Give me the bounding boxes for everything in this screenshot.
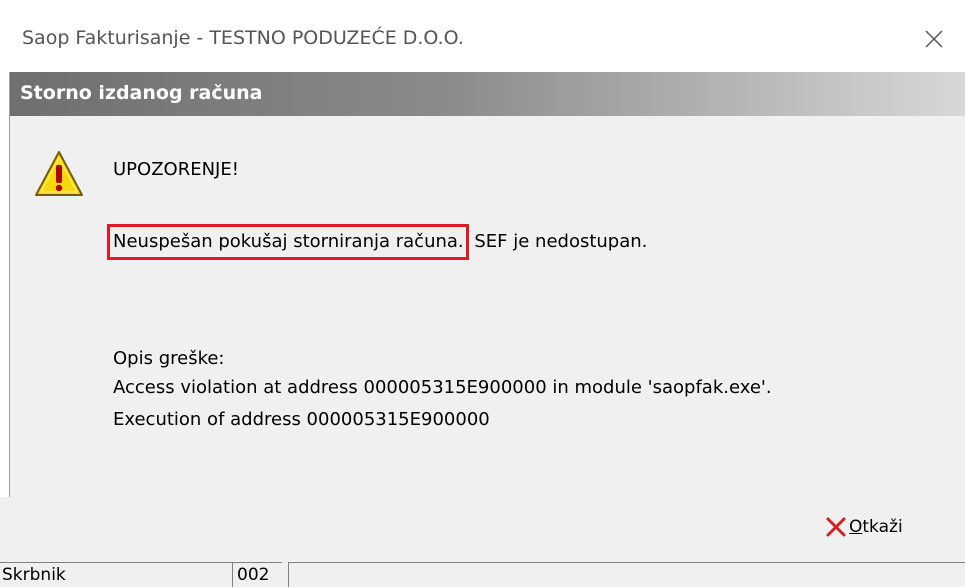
error-detail-line-1: Access violation at address 000005315E90… — [113, 377, 772, 398]
status-bar: Skrbnik 002 — [0, 557, 965, 587]
dialog-footer — [0, 497, 965, 557]
status-info — [288, 562, 965, 587]
dialog-header: Storno izdanog računa — [10, 72, 965, 116]
error-detail-line-2: Execution of address 000005315E900000 — [113, 409, 490, 430]
warning-message: Neuspešan pokušaj storniranja računa. SE… — [107, 224, 648, 260]
window-close-button[interactable] — [909, 18, 965, 58]
warning-triangle-icon — [35, 151, 83, 196]
close-icon — [925, 30, 943, 48]
cancel-button[interactable]: Otkaži — [825, 516, 903, 538]
warning-heading: UPOZORENJE! — [113, 159, 239, 180]
storno-dialog: Storno izdanog računa UPOZORENJE! Neuspe… — [9, 72, 965, 527]
highlighted-message: Neuspešan pokušaj storniranja računa. — [107, 224, 469, 260]
red-x-icon — [826, 517, 846, 537]
error-label: Opis greške: — [113, 348, 225, 369]
status-code: 002 — [232, 562, 282, 587]
message-rest-text: SEF je nedostupan. — [468, 231, 648, 252]
window-titlebar: Saop Fakturisanje - TESTNO PODUZEĆE D.O.… — [0, 0, 965, 72]
highlighted-message-text: Neuspešan pokušaj storniranja računa. — [113, 231, 464, 252]
cancel-accelerator-key: O — [849, 517, 863, 537]
cancel-button-label: Otkaži — [849, 517, 903, 537]
dialog-title: Storno izdanog računa — [20, 82, 263, 104]
window-title: Saop Fakturisanje - TESTNO PODUZEĆE D.O.… — [22, 27, 464, 49]
cancel-label-rest: tkaži — [862, 517, 903, 537]
status-user: Skrbnik — [0, 562, 232, 587]
